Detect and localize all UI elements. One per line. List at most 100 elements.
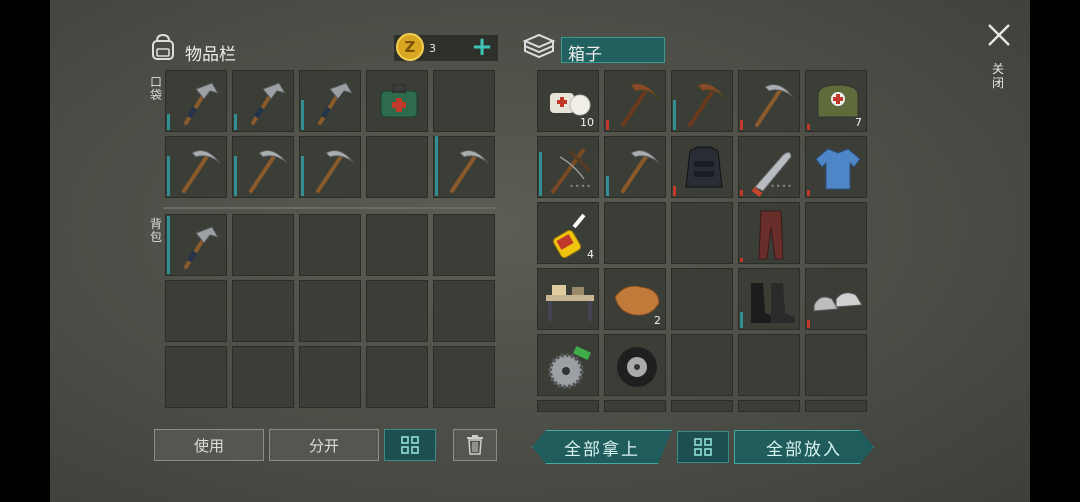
slot[interactable]	[165, 214, 227, 276]
slot[interactable]	[366, 214, 428, 276]
durability-bar	[740, 190, 743, 196]
slot[interactable]: 7	[805, 70, 867, 132]
slot[interactable]	[232, 136, 294, 198]
slot[interactable]	[738, 400, 800, 412]
backpack-label: 背包	[150, 217, 163, 244]
grid-icon	[694, 438, 712, 456]
take-all-button[interactable]: 全部拿上	[532, 430, 672, 464]
slot[interactable]: ••••	[738, 136, 800, 198]
durability-bar	[606, 120, 609, 130]
hammer-icon	[251, 82, 287, 125]
pants-icon	[758, 210, 784, 260]
grid-icon	[401, 436, 419, 454]
slot[interactable]	[537, 400, 599, 412]
slot[interactable]: 10	[537, 70, 599, 132]
slot[interactable]	[165, 280, 227, 342]
close-button[interactable]	[986, 22, 1012, 48]
durability-bar	[740, 312, 743, 328]
slot[interactable]	[232, 214, 294, 276]
close-label[interactable]: 关闭	[992, 62, 1006, 90]
pickaxe-icon	[316, 150, 355, 193]
durability-bar	[234, 156, 237, 196]
slot[interactable]	[433, 280, 495, 342]
slot[interactable]	[232, 70, 294, 132]
box-title-field[interactable]: 箱子	[561, 37, 665, 65]
slot[interactable]	[433, 136, 495, 198]
sort-box-button[interactable]	[677, 431, 729, 463]
slot[interactable]	[433, 70, 495, 132]
stack-count: 2	[654, 314, 661, 327]
slot[interactable]	[165, 70, 227, 132]
slot[interactable]	[604, 202, 666, 264]
slot[interactable]: 2	[604, 268, 666, 330]
slot[interactable]	[805, 136, 867, 198]
slot[interactable]	[366, 346, 428, 408]
vest-icon	[685, 146, 723, 188]
slot[interactable]	[805, 202, 867, 264]
slot[interactable]	[165, 346, 227, 408]
slot[interactable]	[537, 334, 599, 396]
put-all-button[interactable]: 全部放入	[734, 430, 874, 464]
slot[interactable]	[671, 70, 733, 132]
slot[interactable]	[299, 70, 361, 132]
durability-bar	[301, 100, 304, 130]
box-icon	[522, 32, 556, 62]
stack-count: 10	[580, 116, 594, 129]
slot[interactable]	[433, 214, 495, 276]
hammer-icon	[318, 82, 354, 125]
slot[interactable]	[671, 400, 733, 412]
pickaxe-icon	[621, 150, 660, 193]
slot[interactable]	[366, 280, 428, 342]
slot[interactable]	[604, 70, 666, 132]
slot[interactable]: 4	[537, 202, 599, 264]
slot[interactable]	[805, 400, 867, 412]
slot[interactable]	[738, 268, 800, 330]
slot[interactable]	[299, 214, 361, 276]
rustpick-icon	[688, 83, 727, 127]
slot[interactable]	[671, 334, 733, 396]
trash-icon	[467, 435, 483, 455]
slot[interactable]	[232, 280, 294, 342]
slot[interactable]	[738, 334, 800, 396]
durability-bar	[301, 156, 304, 196]
slot[interactable]	[299, 280, 361, 342]
slot[interactable]	[738, 70, 800, 132]
stack-count: 4	[587, 248, 594, 261]
slot[interactable]	[232, 346, 294, 408]
slot[interactable]	[165, 136, 227, 198]
slot[interactable]	[299, 346, 361, 408]
slot[interactable]	[738, 202, 800, 264]
bench-icon	[546, 285, 594, 321]
sneakers-icon	[813, 292, 863, 312]
slot[interactable]	[604, 334, 666, 396]
split-button[interactable]: 分开	[269, 429, 379, 461]
hammer-icon	[184, 226, 220, 269]
slot[interactable]	[299, 136, 361, 198]
slot[interactable]	[537, 268, 599, 330]
slot[interactable]	[671, 268, 733, 330]
use-button[interactable]: 使用	[154, 429, 264, 461]
slot[interactable]	[671, 136, 733, 198]
slot[interactable]	[366, 70, 428, 132]
slot[interactable]: ••••	[537, 136, 599, 198]
hammer-icon	[184, 82, 220, 125]
slot[interactable]	[366, 136, 428, 198]
durability-bar	[167, 156, 170, 196]
slot[interactable]	[805, 334, 867, 396]
tire-icon	[617, 347, 657, 387]
sort-inventory-button[interactable]	[384, 429, 436, 461]
add-coins-button[interactable]: +	[470, 33, 494, 61]
durability-bar	[167, 114, 170, 130]
slot[interactable]	[805, 268, 867, 330]
slot[interactable]	[433, 346, 495, 408]
slot[interactable]	[604, 136, 666, 198]
durability-bar	[606, 176, 609, 196]
slot[interactable]	[671, 202, 733, 264]
durability-bar	[234, 114, 237, 130]
durability-bar	[167, 216, 170, 274]
inventory-title: 物品栏	[185, 45, 236, 65]
pickaxe-icon	[249, 150, 288, 193]
pickaxe-icon	[450, 150, 489, 193]
trash-button[interactable]	[453, 429, 497, 461]
slot[interactable]	[604, 400, 666, 412]
